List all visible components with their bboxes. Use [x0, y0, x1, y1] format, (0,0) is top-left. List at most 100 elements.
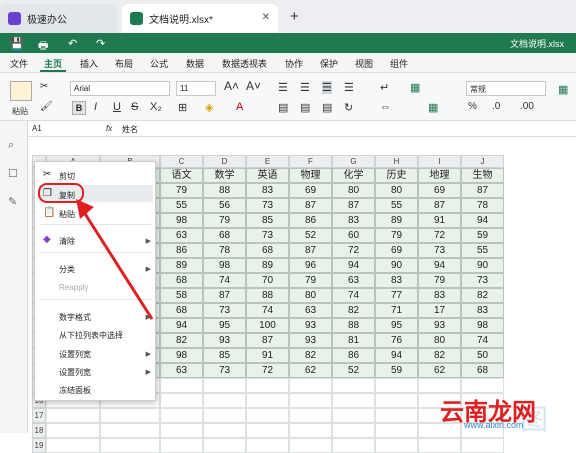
- table-cell[interactable]: 历史: [375, 168, 418, 183]
- table-cell[interactable]: 94: [461, 213, 504, 228]
- table-cell[interactable]: 56: [203, 198, 246, 213]
- table-cell[interactable]: 94: [160, 318, 203, 333]
- table-cell[interactable]: 72: [418, 228, 461, 243]
- column-header[interactable]: D: [203, 155, 246, 168]
- table-cell[interactable]: 英语: [246, 168, 289, 183]
- menu-data[interactable]: 数据: [186, 57, 204, 70]
- table-cell[interactable]: [332, 393, 375, 408]
- table-cell[interactable]: 72: [246, 363, 289, 378]
- table-cell[interactable]: [46, 438, 100, 453]
- wrap-text-icon[interactable]: ↵: [380, 81, 389, 94]
- table-cell[interactable]: 87: [289, 198, 332, 213]
- table-cell[interactable]: [289, 423, 332, 438]
- table-cell[interactable]: 52: [289, 228, 332, 243]
- table-cell[interactable]: 70: [246, 273, 289, 288]
- table-cell[interactable]: 68: [160, 303, 203, 318]
- table-cell[interactable]: 73: [461, 273, 504, 288]
- strikethrough-button[interactable]: S: [131, 101, 138, 113]
- table-cell[interactable]: 86: [332, 348, 375, 363]
- table-cell[interactable]: [160, 378, 203, 393]
- table-cell[interactable]: [246, 408, 289, 423]
- table-cell[interactable]: 87: [418, 198, 461, 213]
- increase-font-icon[interactable]: A˄: [224, 79, 239, 93]
- table-cell[interactable]: 50: [461, 348, 504, 363]
- table-cell[interactable]: [289, 438, 332, 453]
- table-cell[interactable]: 80: [418, 333, 461, 348]
- table-cell[interactable]: 63: [332, 273, 375, 288]
- table-cell[interactable]: 74: [246, 303, 289, 318]
- table-cell[interactable]: 90: [461, 258, 504, 273]
- menu-layout[interactable]: 布局: [115, 57, 133, 70]
- menu-components[interactable]: 组件: [390, 57, 408, 70]
- new-tab-icon[interactable]: +: [290, 8, 299, 25]
- column-header[interactable]: C: [160, 155, 203, 168]
- table-cell[interactable]: 63: [160, 363, 203, 378]
- table-cell[interactable]: [246, 423, 289, 438]
- search-icon[interactable]: ⌕: [8, 139, 14, 152]
- menu-insert[interactable]: 插入: [80, 57, 98, 70]
- table-cell[interactable]: 79: [160, 183, 203, 198]
- bold-button[interactable]: B: [72, 101, 86, 115]
- table-cell[interactable]: 83: [246, 183, 289, 198]
- row-header[interactable]: 19: [32, 438, 46, 453]
- table-cell[interactable]: 78: [203, 243, 246, 258]
- table-cell[interactable]: 69: [418, 183, 461, 198]
- redo-icon[interactable]: ↷: [96, 37, 105, 50]
- table-cell[interactable]: 95: [203, 318, 246, 333]
- table-cell[interactable]: [160, 393, 203, 408]
- table-cell[interactable]: 62: [418, 363, 461, 378]
- table-cell[interactable]: 68: [160, 273, 203, 288]
- table-cell[interactable]: [418, 378, 461, 393]
- table-cell[interactable]: 83: [332, 213, 375, 228]
- table-cell[interactable]: 72: [332, 243, 375, 258]
- menu-protect[interactable]: 保护: [320, 57, 338, 70]
- table-cell[interactable]: 100: [246, 318, 289, 333]
- table-cell[interactable]: [332, 408, 375, 423]
- table-cell[interactable]: 80: [332, 183, 375, 198]
- table-cell[interactable]: 83: [375, 273, 418, 288]
- row-header[interactable]: 17: [32, 408, 46, 423]
- table-cell[interactable]: 78: [461, 198, 504, 213]
- table-cell[interactable]: 59: [461, 228, 504, 243]
- table-cell[interactable]: 87: [461, 183, 504, 198]
- table-cell[interactable]: 62: [289, 363, 332, 378]
- table-cell[interactable]: 98: [160, 348, 203, 363]
- table-cell[interactable]: [246, 438, 289, 453]
- table-cell[interactable]: [203, 438, 246, 453]
- row-header[interactable]: 18: [32, 423, 46, 438]
- table-cell[interactable]: 95: [375, 318, 418, 333]
- cell-reference[interactable]: A1: [32, 124, 42, 133]
- table-cell[interactable]: 89: [375, 213, 418, 228]
- table-cell[interactable]: [246, 378, 289, 393]
- table-cell[interactable]: 55: [160, 198, 203, 213]
- table-cell[interactable]: 93: [289, 318, 332, 333]
- table-cell[interactable]: 55: [461, 243, 504, 258]
- column-header[interactable]: H: [375, 155, 418, 168]
- table-cell[interactable]: 68: [203, 228, 246, 243]
- table-cell[interactable]: 68: [461, 363, 504, 378]
- table-cell[interactable]: 77: [375, 288, 418, 303]
- decimal-increase-icon[interactable]: .0: [492, 101, 500, 112]
- table-cell[interactable]: [461, 378, 504, 393]
- table-cell[interactable]: 94: [375, 348, 418, 363]
- table-cell[interactable]: 89: [160, 258, 203, 273]
- percent-button[interactable]: %: [468, 101, 477, 112]
- table-cell[interactable]: 88: [246, 288, 289, 303]
- table-cell[interactable]: [246, 393, 289, 408]
- justify-icon[interactable]: ☰: [344, 81, 354, 94]
- font-color-icon[interactable]: A: [236, 101, 243, 113]
- table-cell[interactable]: [289, 408, 332, 423]
- table-cell[interactable]: 85: [203, 348, 246, 363]
- border-icon[interactable]: ⊞: [178, 101, 187, 114]
- table-cell[interactable]: 76: [375, 333, 418, 348]
- menu-pivot[interactable]: 数据透视表: [222, 57, 267, 70]
- table-cell[interactable]: 73: [203, 303, 246, 318]
- table-cell[interactable]: 96: [289, 258, 332, 273]
- table-cell[interactable]: 69: [289, 183, 332, 198]
- paste-icon[interactable]: [10, 81, 32, 101]
- table-cell[interactable]: 73: [246, 198, 289, 213]
- table-cell[interactable]: 73: [246, 228, 289, 243]
- table-cell[interactable]: [160, 423, 203, 438]
- table-cell[interactable]: [375, 438, 418, 453]
- text-direction-icon[interactable]: ↻: [344, 101, 353, 114]
